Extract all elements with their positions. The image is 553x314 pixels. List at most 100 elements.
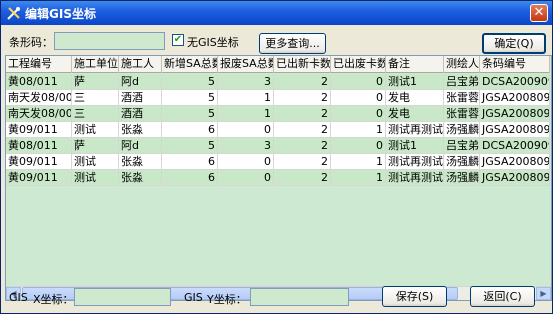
- table-cell: 酒酒: [119, 90, 162, 106]
- column-header[interactable]: 报废SA总数: [218, 56, 274, 73]
- column-header[interactable]: 新增SA总数: [162, 56, 218, 73]
- table-cell: 酒酒: [119, 106, 162, 122]
- table-cell: DCSA2009091: [480, 74, 550, 90]
- table-row[interactable]: 黄09/011 测试 张淼 6 0 2 1 测试再测试 汤强麟 JGSA2008091: [6, 122, 550, 138]
- edit-gis-dialog: 编辑GIS坐标 ✕ 条形码： ✔ 无GIS坐标 更多查询... 确定(Q) 工程…: [0, 0, 553, 314]
- checkmark-icon: ✔: [173, 34, 183, 45]
- table-cell: 阿d: [119, 74, 162, 90]
- no-gis-checkbox-label: 无GIS坐标: [187, 36, 239, 49]
- table-cell: 3: [218, 138, 274, 154]
- table-cell: 测试1: [386, 74, 444, 90]
- table-cell: 汤强麟: [444, 170, 480, 186]
- table-row[interactable]: 黄08/011萨阿d5320测试1吕宝弟DCSA2009091: [6, 138, 550, 154]
- dialog-body: 条形码： ✔ 无GIS坐标 更多查询... 确定(Q) 工程编号 施工单位 施工人新…: [1, 25, 552, 313]
- table-cell: 测试: [72, 170, 119, 186]
- table-cell: 2: [274, 122, 331, 138]
- gis-x-label: X坐标：: [33, 293, 74, 306]
- table-cell: 6: [162, 170, 218, 186]
- close-button[interactable]: ✕: [530, 4, 548, 22]
- table-cell: 2: [274, 170, 331, 186]
- table-cell: DCSA2009091: [480, 138, 550, 154]
- table-cell: 南天发08/009: [6, 106, 72, 122]
- barcode-label: 条形码：: [9, 36, 53, 49]
- confirm-button[interactable]: 确定(Q): [482, 33, 546, 54]
- tools-icon: [7, 7, 20, 20]
- gis-x-prefix: GIS: [9, 291, 28, 304]
- table-cell: 黄08/011: [6, 74, 72, 90]
- table-cell: 吕宝弟: [444, 74, 480, 90]
- table-cell: 三: [72, 106, 119, 122]
- data-grid[interactable]: 工程编号 施工单位 施工人 新增SA总数 报废SA总数 已出新卡数 已出废卡数 备注 测绘人 条码…: [5, 55, 552, 301]
- table-cell: 三: [72, 90, 119, 106]
- close-icon: ✕: [533, 5, 545, 20]
- table-cell: 张雷蓉: [444, 106, 480, 122]
- column-header[interactable]: 施工单位: [72, 56, 119, 73]
- table-cell: 2: [274, 74, 331, 90]
- gis-y-prefix: GIS: [184, 291, 203, 304]
- table-cell: 张淼: [119, 154, 162, 170]
- column-header[interactable]: 测绘人: [444, 56, 480, 73]
- gis-y-input[interactable]: [250, 288, 349, 306]
- title-bar[interactable]: 编辑GIS坐标 ✕: [1, 1, 552, 25]
- table-cell: 测试: [72, 122, 119, 138]
- table-cell: 黄09/011: [6, 122, 72, 138]
- table-cell: 萨: [72, 138, 119, 154]
- table-cell: 黄08/011: [6, 138, 72, 154]
- table-cell: JGSA2008091: [480, 122, 550, 138]
- column-header[interactable]: 备注: [386, 56, 444, 73]
- table-cell: 发电: [386, 90, 444, 106]
- table-cell: 2: [274, 106, 331, 122]
- table-cell: 测试再测试: [386, 170, 444, 186]
- table-cell: 5: [162, 74, 218, 90]
- table-row[interactable]: 南天发08/009三酒酒5120发电张雷蓉JGSA2008090: [6, 106, 550, 122]
- table-cell: 发电: [386, 106, 444, 122]
- table-cell: 1: [331, 122, 386, 138]
- table-cell: 2: [274, 154, 331, 170]
- no-gis-checkbox[interactable]: ✔: [172, 34, 184, 46]
- table-cell: 0: [218, 122, 274, 138]
- table-cell: 5: [162, 90, 218, 106]
- save-button[interactable]: 保存(S): [382, 286, 447, 307]
- column-header[interactable]: 施工人: [119, 56, 162, 73]
- table-cell: JGSA2008090: [480, 106, 550, 122]
- table-row[interactable]: 黄09/011 测试 张淼 6 0 2 1 测试再测试 汤强麟 JGSA2008091: [6, 170, 550, 186]
- barcode-input[interactable]: [54, 32, 165, 50]
- table-cell: 0: [218, 154, 274, 170]
- grid-header: 工程编号 施工单位 施工人 新增SA总数 报废SA总数 已出新卡数 已出废卡数 备注 测绘人 条码…: [6, 56, 550, 73]
- table-cell: 0: [331, 90, 386, 106]
- table-row[interactable]: 黄09/011 测试 张淼 6 0 2 1 测试再测试 汤强麟 JGSA2008091: [6, 154, 550, 170]
- table-cell: 1: [331, 154, 386, 170]
- table-cell: 5: [162, 138, 218, 154]
- table-cell: 黄09/011: [6, 154, 72, 170]
- table-cell: 0: [331, 106, 386, 122]
- table-cell: 测试再测试: [386, 154, 444, 170]
- table-cell: JGSA2008090: [480, 90, 550, 106]
- column-header[interactable]: 已出新卡数: [274, 56, 331, 73]
- table-row[interactable]: 南天发08/009三酒酒5120发电张雷蓉JGSA2008090: [6, 90, 550, 106]
- table-cell: 6: [162, 154, 218, 170]
- back-button[interactable]: 返回(C): [470, 286, 535, 307]
- gis-y-label: Y坐标：: [207, 293, 247, 306]
- table-cell: 张雷蓉: [444, 90, 480, 106]
- table-cell: 黄09/011: [6, 170, 72, 186]
- scroll-right-icon[interactable]: ▶: [536, 287, 551, 300]
- table-row[interactable]: 黄08/011萨阿d5320测试1吕宝弟DCSA2009091: [6, 74, 550, 90]
- table-cell: 张淼: [119, 122, 162, 138]
- table-cell: 5: [162, 106, 218, 122]
- table-cell: 2: [274, 138, 331, 154]
- table-cell: 0: [331, 138, 386, 154]
- table-cell: 0: [218, 170, 274, 186]
- gis-x-input[interactable]: [74, 288, 171, 306]
- table-cell: 吕宝弟: [444, 138, 480, 154]
- table-cell: 1: [218, 106, 274, 122]
- table-cell: 南天发08/009: [6, 90, 72, 106]
- column-header[interactable]: 已出废卡数: [331, 56, 386, 73]
- table-cell: 汤强麟: [444, 122, 480, 138]
- column-header[interactable]: 条码编号: [480, 56, 550, 73]
- column-header[interactable]: 工程编号: [6, 56, 72, 73]
- table-cell: 6: [162, 122, 218, 138]
- table-cell: JGSA2008091: [480, 170, 550, 186]
- table-cell: 汤强麟: [444, 154, 480, 170]
- table-cell: 萨: [72, 74, 119, 90]
- more-query-button[interactable]: 更多查询...: [259, 33, 326, 54]
